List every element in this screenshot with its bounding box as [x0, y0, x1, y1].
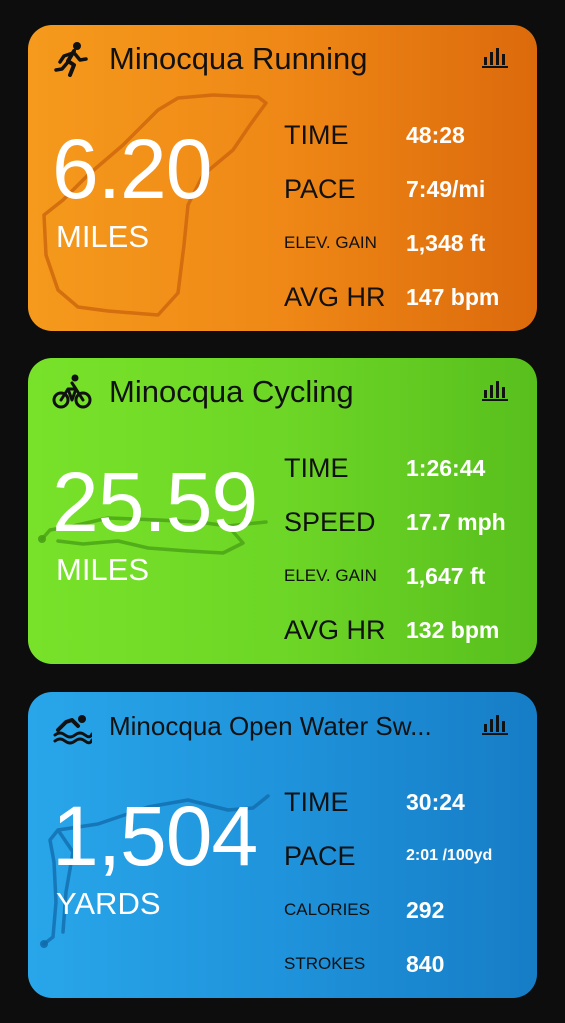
stat-label-pace: PACE [284, 841, 356, 871]
stat-value-avg-hr: 147 bpm [406, 284, 500, 310]
stat-value-elev-gain: 1,647 ft [406, 563, 486, 589]
distance-unit: MILES [56, 219, 150, 254]
stat-label-time: TIME [284, 120, 349, 150]
stat-value-pace: 7:49/mi [406, 176, 486, 202]
distance-value: 6.20 [52, 122, 212, 216]
distance-unit: YARDS [56, 886, 161, 921]
workout-card-running[interactable]: Minocqua Running 6.20 MILES TIME 48:28 P… [28, 25, 537, 331]
stat-label-time: TIME [284, 453, 349, 483]
stat-value-pace: 2:01 /100yd [406, 847, 493, 864]
bar-chart-icon[interactable] [481, 45, 509, 69]
swimmer-icon [52, 706, 94, 746]
stat-label-elev-gain: ELEV. GAIN [284, 233, 377, 252]
stat-value-time: 30:24 [406, 789, 465, 815]
workout-title: Minocqua Open Water Sw... [109, 711, 432, 741]
distance-value: 25.59 [52, 455, 258, 549]
stat-value-time: 48:28 [406, 122, 465, 148]
stat-label-elev-gain: ELEV. GAIN [284, 566, 377, 585]
stat-value-strokes: 840 [406, 951, 445, 977]
stat-value-elev-gain: 1,348 ft [406, 230, 486, 256]
runner-icon [52, 39, 92, 79]
workout-title: Minocqua Running [109, 41, 368, 76]
stat-label-calories: CALORIES [284, 900, 370, 919]
stat-label-speed: SPEED [284, 507, 376, 537]
stat-value-calories: 292 [406, 897, 445, 923]
stat-label-strokes: STROKES [284, 954, 366, 973]
workout-card-cycling[interactable]: Minocqua Cycling 25.59 MILES TIME 1:26:4… [28, 358, 537, 664]
stat-label-time: TIME [284, 787, 349, 817]
stat-label-pace: PACE [284, 174, 356, 204]
stat-value-avg-hr: 132 bpm [406, 617, 500, 643]
bicycle-icon [52, 372, 92, 412]
bar-chart-icon[interactable] [481, 712, 509, 736]
stat-value-speed: 17.7 mph [406, 509, 506, 535]
distance-value: 1,504 [52, 789, 258, 883]
bar-chart-icon[interactable] [481, 378, 509, 402]
distance-unit: MILES [56, 552, 150, 587]
workout-title: Minocqua Cycling [109, 374, 354, 409]
stat-label-avg-hr: AVG HR [284, 615, 386, 645]
stat-label-avg-hr: AVG HR [284, 282, 386, 312]
stat-value-time: 1:26:44 [406, 455, 486, 481]
workout-card-swimming[interactable]: Minocqua Open Water Sw... 1,504 YARDS TI… [28, 692, 537, 998]
